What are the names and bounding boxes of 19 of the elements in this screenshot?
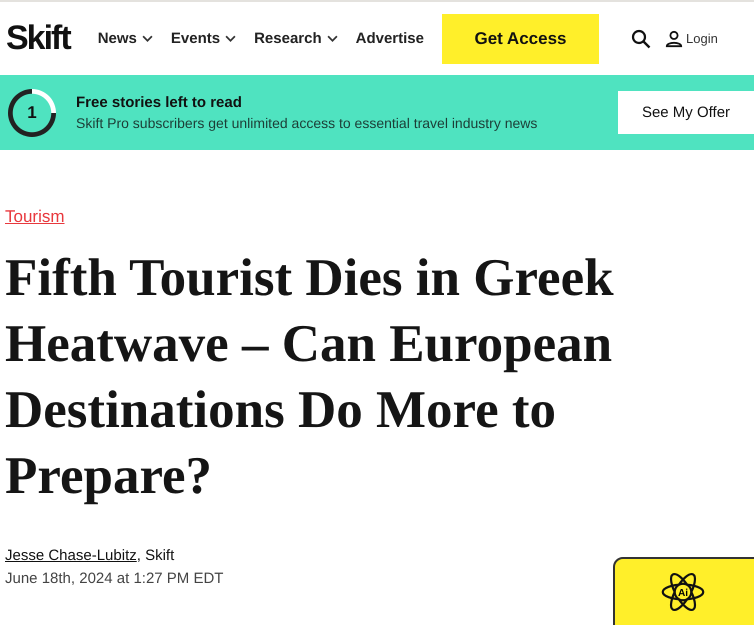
banner-text: Skift Pro subscribers get unlimited access to essential travel industry news (76, 115, 538, 131)
category-link[interactable]: Tourism (5, 207, 65, 227)
banner-title: Free stories left to read (76, 94, 243, 111)
stories-counter: 1 (8, 88, 56, 136)
byline-source: , Skift (136, 547, 174, 564)
login-link[interactable]: Login (665, 30, 718, 48)
get-access-button[interactable]: Get Access (442, 14, 599, 64)
article-title: Fifth Tourist Dies in Greek Heatwave – Can European Destinations Do More to Prepare? (5, 248, 615, 507)
nav-link[interactable]: News (98, 30, 153, 47)
article-date: June 18th, 2024 at 1:27 PM EDT (5, 570, 224, 587)
ask-ai-widget[interactable]: Ai (613, 557, 754, 625)
user-icon (665, 30, 683, 48)
nav-link[interactable]: Events (170, 30, 236, 47)
see-offer-button[interactable]: See My Offer (618, 91, 754, 134)
nav-link[interactable]: Advertise (356, 30, 424, 47)
search-icon[interactable] (631, 28, 651, 48)
author-link[interactable]: Jesse Chase-Lubitz (5, 547, 137, 564)
nav-link[interactable]: Research (254, 30, 338, 47)
logo[interactable]: Skift (6, 19, 70, 58)
